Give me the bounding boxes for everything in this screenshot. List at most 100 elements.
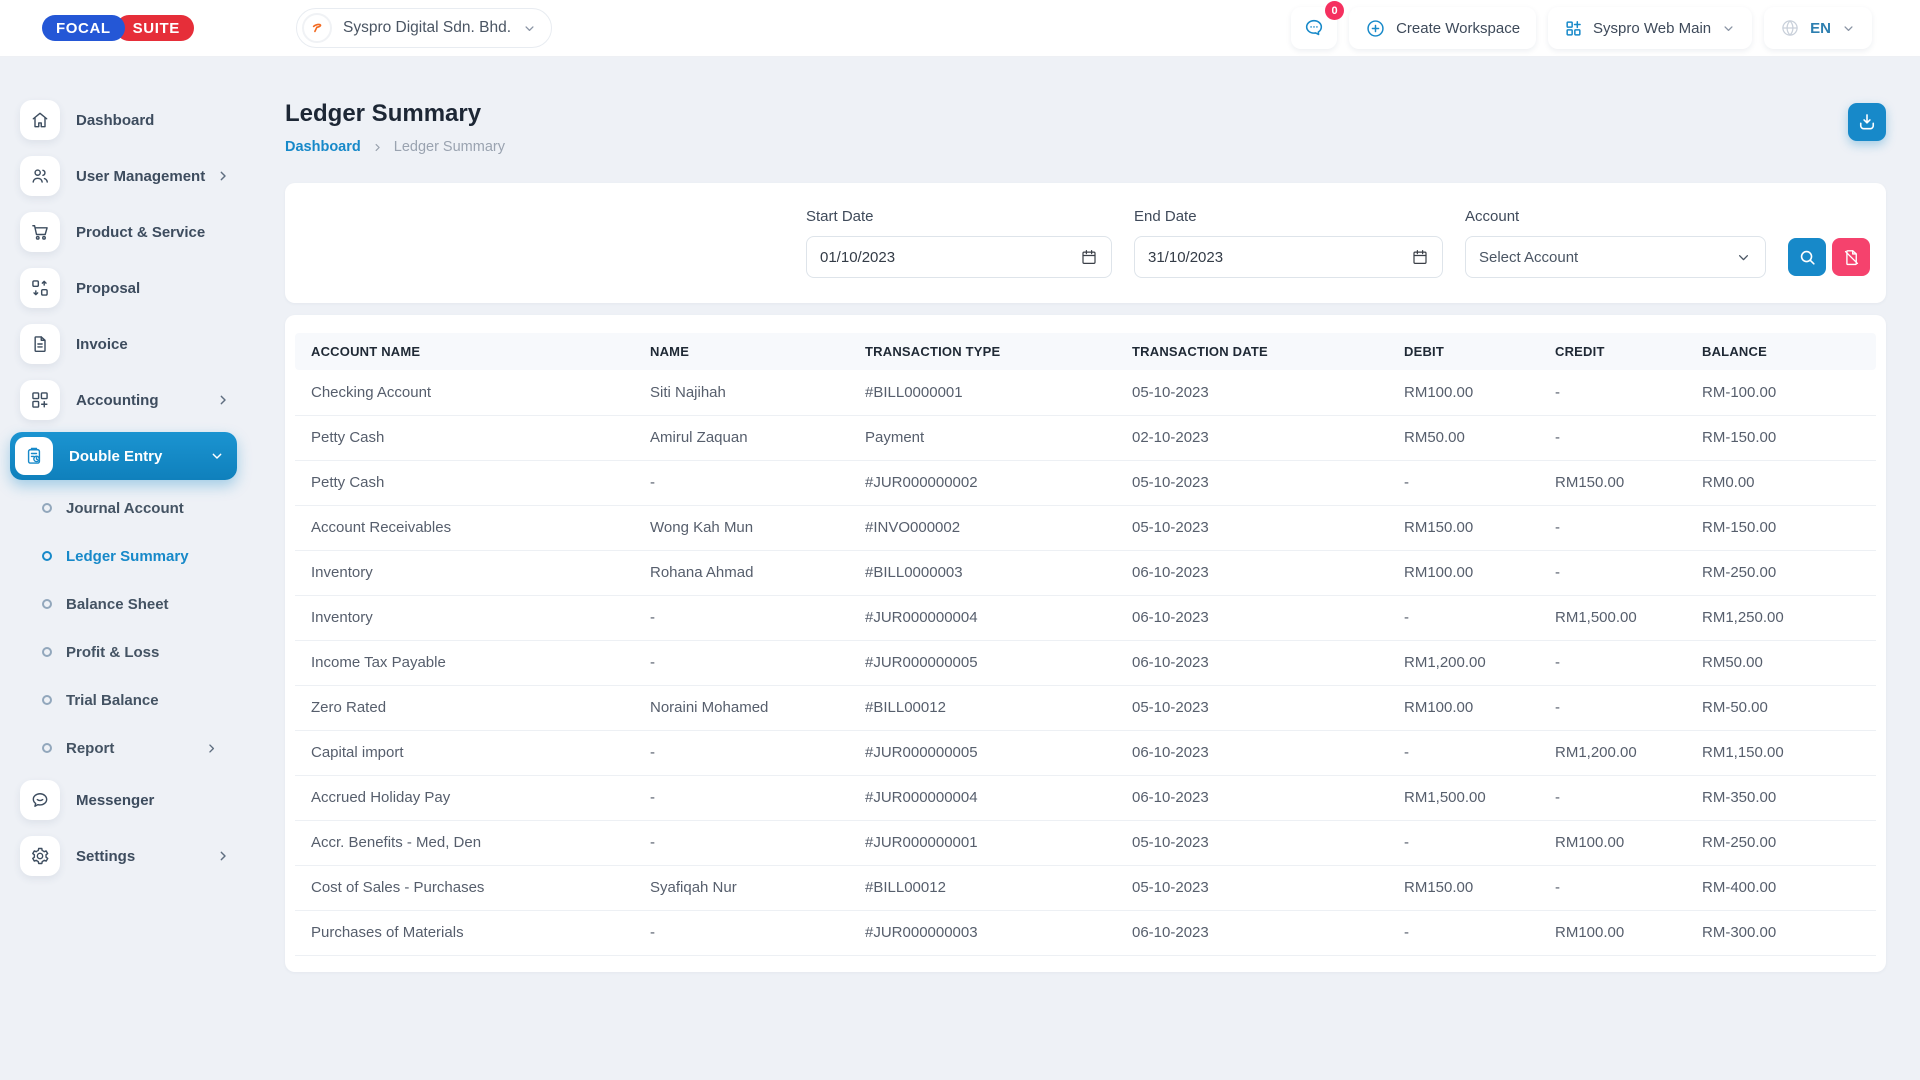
- table-cell: 06-10-2023: [1132, 640, 1404, 685]
- clear-filter-button[interactable]: [1832, 238, 1870, 276]
- table-cell: Inventory: [295, 595, 650, 640]
- page-title: Ledger Summary: [285, 100, 1886, 128]
- table-cell: RM100.00: [1404, 370, 1555, 415]
- table-cell: #JUR000000003: [865, 910, 1132, 955]
- table-cell: -: [1555, 685, 1702, 730]
- table-cell: -: [1404, 910, 1555, 955]
- table-cell: Siti Najihah: [650, 370, 865, 415]
- table-row: Purchases of Materials-#JUR00000000306-1…: [295, 910, 1876, 955]
- table-cell: Payment: [865, 415, 1132, 460]
- sidebar-subitem-label: Balance Sheet: [66, 596, 169, 613]
- users-icon: [20, 156, 60, 196]
- sidebar-item-messenger[interactable]: Messenger: [0, 772, 245, 828]
- sidebar-subitem-label: Trial Balance: [66, 692, 159, 709]
- sidebar-subitem-profit-loss[interactable]: Profit & Loss: [0, 628, 245, 676]
- search-button[interactable]: [1788, 238, 1826, 276]
- sidebar-item-accounting[interactable]: Accounting: [0, 372, 245, 428]
- sidebar-subitem-ledger-summary[interactable]: Ledger Summary: [0, 532, 245, 580]
- start-date-value: 01/10/2023: [820, 249, 895, 266]
- table-cell: -: [650, 730, 865, 775]
- chevron-right-icon: [371, 141, 384, 154]
- sidebar-item-user-management[interactable]: User Management: [0, 148, 245, 204]
- bullet-icon: [42, 551, 52, 561]
- sidebar-item-double-entry[interactable]: Double Entry: [10, 432, 237, 480]
- table-cell: 06-10-2023: [1132, 775, 1404, 820]
- table-cell: 06-10-2023: [1132, 595, 1404, 640]
- sidebar-item-label: Settings: [76, 848, 135, 865]
- language-selector[interactable]: EN: [1764, 7, 1872, 49]
- table-cell: Account Receivables: [295, 505, 650, 550]
- column-header-name: NAME: [650, 333, 865, 370]
- sidebar-subitem-trial-balance[interactable]: Trial Balance: [0, 676, 245, 724]
- chevron-right-icon: [215, 168, 231, 184]
- table-cell: 05-10-2023: [1132, 460, 1404, 505]
- sidebar-subitem-report[interactable]: Report: [0, 724, 245, 772]
- table-cell: -: [650, 460, 865, 505]
- main-content: Ledger Summary Dashboard Ledger Summary …: [245, 0, 1920, 972]
- table-cell: -: [650, 910, 865, 955]
- sidebar-subitem-label: Ledger Summary: [66, 548, 189, 565]
- chevron-right-icon: [215, 392, 231, 408]
- breadcrumb-dashboard-link[interactable]: Dashboard: [285, 139, 361, 155]
- start-date-input[interactable]: 01/10/2023: [806, 236, 1112, 278]
- download-button[interactable]: [1848, 103, 1886, 141]
- workspace-selector[interactable]: Syspro Web Main: [1548, 7, 1752, 49]
- chat-icon: [1303, 17, 1325, 39]
- sidebar-subitem-journal-account[interactable]: Journal Account: [0, 484, 245, 532]
- column-header-transaction-type: TRANSACTION TYPE: [865, 333, 1132, 370]
- table-row: Income Tax Payable-#JUR00000000506-10-20…: [295, 640, 1876, 685]
- sidebar-item-dashboard[interactable]: Dashboard: [0, 92, 245, 148]
- chevron-down-icon: [1841, 21, 1856, 36]
- company-selector[interactable]: Syspro Digital Sdn. Bhd.: [296, 8, 552, 48]
- chat-button[interactable]: 0: [1291, 7, 1337, 49]
- table-row: Accr. Benefits - Med, Den-#JUR0000000010…: [295, 820, 1876, 865]
- table-cell: RM100.00: [1404, 550, 1555, 595]
- company-logo-icon: [302, 13, 332, 43]
- table-row: Capital import-#JUR00000000506-10-2023-R…: [295, 730, 1876, 775]
- sidebar-subitem-label: Journal Account: [66, 500, 184, 517]
- table-cell: RM-250.00: [1702, 820, 1876, 865]
- sidebar-item-settings[interactable]: Settings: [0, 828, 245, 884]
- table-row: Account ReceivablesWong Kah Mun#INVO0000…: [295, 505, 1876, 550]
- ledger-table: ACCOUNT NAMENAMETRANSACTION TYPETRANSACT…: [295, 333, 1876, 956]
- table-cell: Petty Cash: [295, 415, 650, 460]
- sidebar-submenu-double-entry: Journal Account Ledger Summary Balance She…: [0, 484, 245, 772]
- table-cell: RM-50.00: [1702, 685, 1876, 730]
- table-cell: #JUR000000002: [865, 460, 1132, 505]
- table-cell: #JUR000000004: [865, 775, 1132, 820]
- table-cell: 05-10-2023: [1132, 505, 1404, 550]
- table-cell: 05-10-2023: [1132, 820, 1404, 865]
- sidebar-item-invoice[interactable]: Invoice: [0, 316, 245, 372]
- table-cell: -: [1555, 370, 1702, 415]
- table-cell: RM100.00: [1555, 820, 1702, 865]
- chevron-down-icon: [209, 448, 225, 464]
- table-cell: -: [1404, 730, 1555, 775]
- table-cell: 05-10-2023: [1132, 370, 1404, 415]
- messenger-icon: [20, 780, 60, 820]
- company-name: Syspro Digital Sdn. Bhd.: [343, 19, 511, 37]
- bullet-icon: [42, 503, 52, 513]
- ledger-table-card: ACCOUNT NAMENAMETRANSACTION TYPETRANSACT…: [285, 315, 1886, 972]
- table-cell: RM-250.00: [1702, 550, 1876, 595]
- end-date-input[interactable]: 31/10/2023: [1134, 236, 1443, 278]
- table-cell: RM100.00: [1555, 910, 1702, 955]
- table-cell: RM-350.00: [1702, 775, 1876, 820]
- filter-actions: [1788, 208, 1870, 278]
- sidebar-item-proposal[interactable]: Proposal: [0, 260, 245, 316]
- sidebar-subitem-balance-sheet[interactable]: Balance Sheet: [0, 580, 245, 628]
- account-select[interactable]: Select Account: [1465, 236, 1766, 278]
- create-workspace-label: Create Workspace: [1396, 20, 1520, 37]
- table-cell: -: [650, 595, 865, 640]
- create-workspace-button[interactable]: Create Workspace: [1349, 7, 1536, 49]
- table-cell: Rohana Ahmad: [650, 550, 865, 595]
- sidebar-item-product-service[interactable]: Product & Service: [0, 204, 245, 260]
- settings-icon: [20, 836, 60, 876]
- table-cell: 05-10-2023: [1132, 685, 1404, 730]
- table-cell: -: [650, 640, 865, 685]
- chevron-right-icon: [204, 741, 219, 756]
- plus-circle-icon: [1365, 18, 1386, 39]
- table-cell: -: [650, 820, 865, 865]
- table-cell: Cost of Sales - Purchases: [295, 865, 650, 910]
- column-header-transaction-date: TRANSACTION DATE: [1132, 333, 1404, 370]
- table-row: Checking AccountSiti Najihah#BILL0000001…: [295, 370, 1876, 415]
